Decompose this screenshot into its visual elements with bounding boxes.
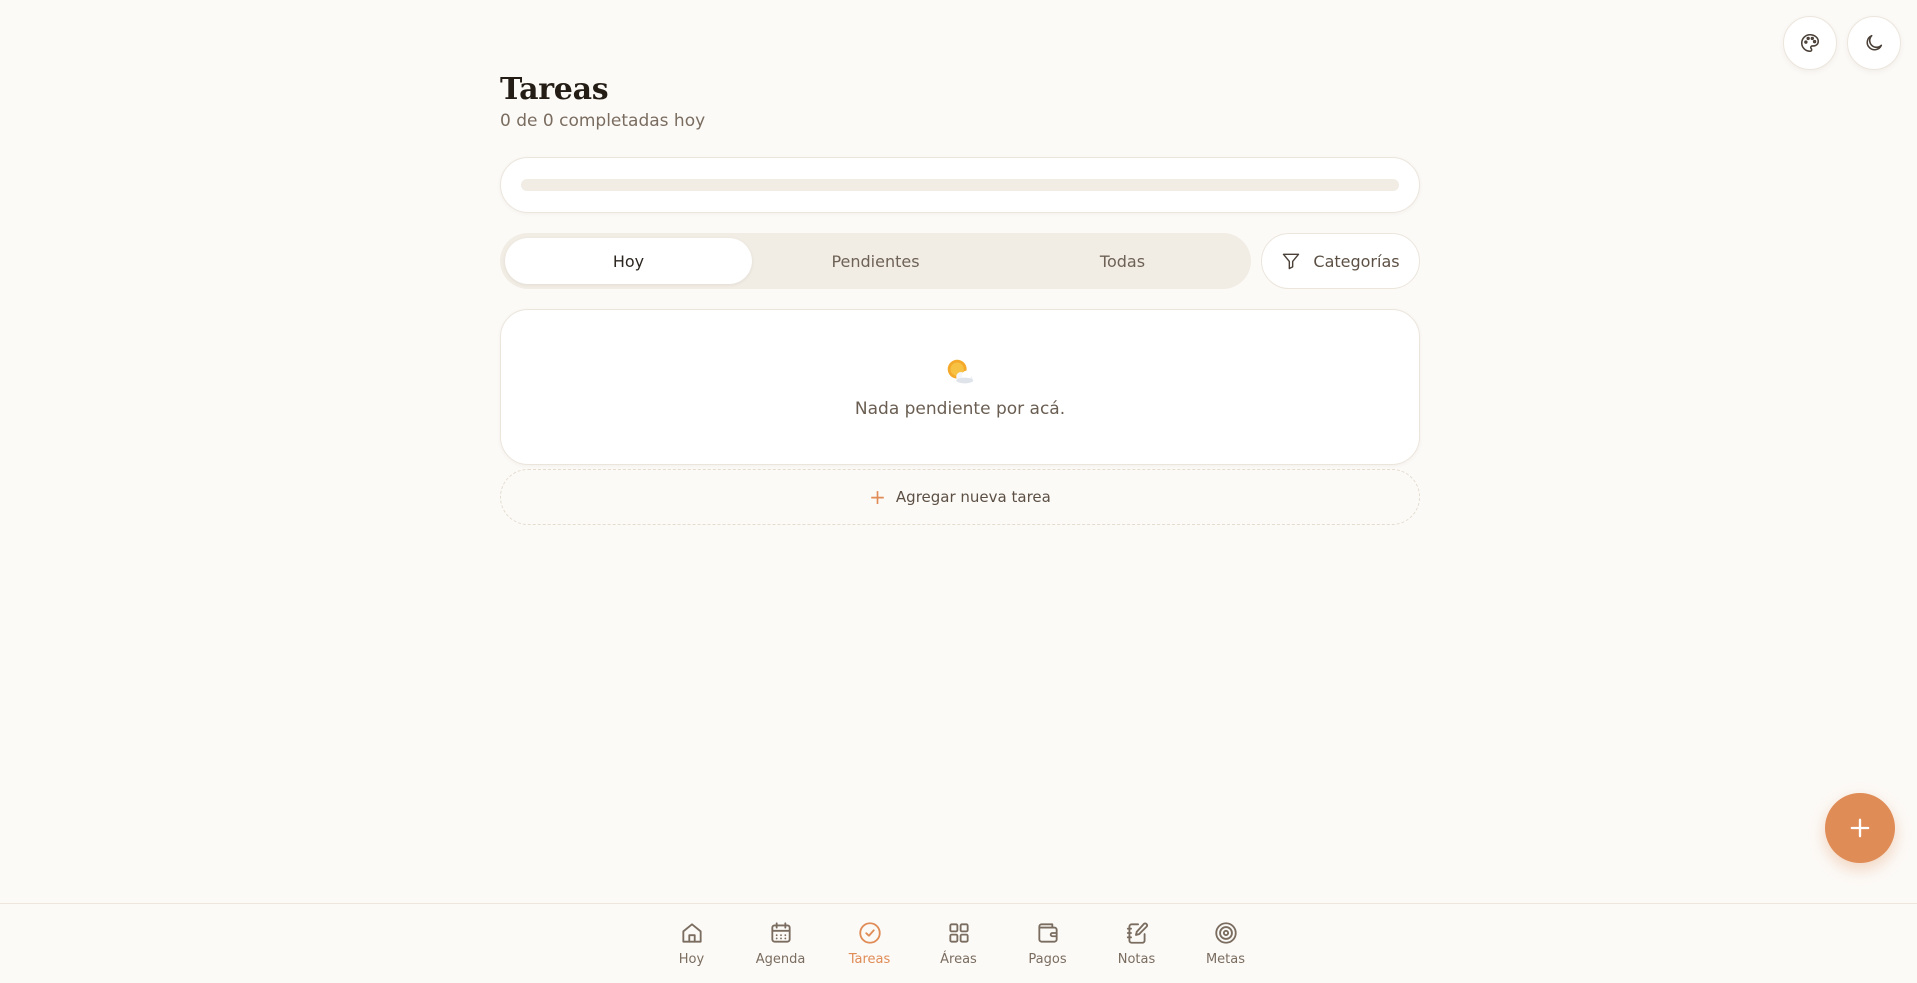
wallet-icon [1037,923,1058,943]
tab-pendientes[interactable]: Pendientes [752,238,999,284]
nav-label: Agenda [755,952,806,967]
grid-icon [948,923,969,943]
nav-item-notas[interactable]: Notas [1092,920,1181,967]
nav-item-agenda[interactable]: Agenda [736,920,825,967]
nav-label: Pagos [1028,952,1067,967]
home-icon [681,923,702,943]
task-tabs: Hoy Pendientes Todas [500,233,1251,289]
page-title: Tareas [500,72,609,107]
nav-label: Metas [1205,952,1246,967]
bottom-navigation: Hoy Agenda Tareas Áreas Pagos Notas Meta… [0,903,1917,983]
nav-item-areas[interactable]: Áreas [914,920,1003,967]
categories-label: Categorías [1313,251,1400,271]
tab-hoy[interactable]: Hoy [505,238,752,284]
theme-toggle-button[interactable] [1847,16,1901,70]
check-circle-icon [858,922,881,944]
nav-item-pagos[interactable]: Pagos [1003,920,1092,967]
target-icon [1214,922,1237,944]
filter-row: Hoy Pendientes Todas Categorías [500,233,1420,289]
add-task-label: Agregar nueva tarea [895,488,1051,506]
palette-icon [1801,33,1820,53]
floating-add-button[interactable] [1825,793,1895,863]
nav-label: Notas [1117,952,1156,967]
completion-summary: 0 de 0 completadas hoy [500,111,706,131]
tasks-page: Tareas 0 de 0 completadas hoy Hoy Pendie… [500,72,1420,525]
tab-todas[interactable]: Todas [999,238,1246,284]
nav-label: Hoy [678,952,705,967]
empty-state-card: Nada pendiente por acá. [500,309,1420,465]
moon-icon [1866,34,1883,51]
nav-item-metas[interactable]: Metas [1181,920,1270,967]
nav-label: Tareas [848,952,891,967]
filter-icon [1283,253,1300,270]
progress-bar [521,179,1399,191]
calendar-icon [770,922,791,943]
plus-icon [1850,818,1870,838]
empty-state-message: Nada pendiente por acá. [854,399,1066,419]
progress-card [500,157,1420,213]
palette-button[interactable] [1783,16,1837,70]
notebook-icon [1126,922,1148,944]
nav-item-hoy[interactable]: Hoy [647,920,736,967]
add-task-button[interactable]: + Agregar nueva tarea [500,469,1420,525]
plus-icon: + [869,485,886,509]
top-actions [1783,16,1901,70]
categories-button[interactable]: Categorías [1261,233,1420,289]
nav-label: Áreas [940,952,977,967]
nav-item-tareas[interactable]: Tareas [825,920,914,967]
sun-behind-cloud-icon [947,359,974,384]
